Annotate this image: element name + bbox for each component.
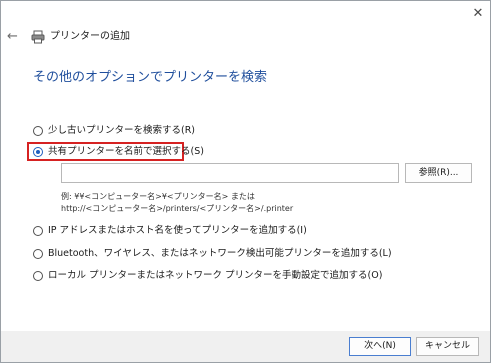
radio-button[interactable] <box>33 271 43 281</box>
cancel-button[interactable]: キャンセル <box>416 337 479 356</box>
back-arrow-icon[interactable]: ← <box>7 30 21 44</box>
option-label: ローカル プリンターまたはネットワーク プリンターを手動設定で追加する(O) <box>48 270 383 281</box>
option-add-local-manual[interactable]: ローカル プリンターまたはネットワーク プリンターを手動設定で追加する(O) <box>33 269 382 283</box>
example-text-line-2: http://<コンピューター名>/printers/<プリンター名>/.pri… <box>61 204 294 213</box>
radio-button[interactable] <box>33 249 43 259</box>
radio-button[interactable] <box>33 226 43 236</box>
option-add-bluetooth-wireless[interactable]: Bluetooth、ワイヤレス、またはネットワーク検出可能プリンターを追加する(… <box>33 247 392 261</box>
next-button[interactable]: 次へ(N) <box>349 337 411 356</box>
title-bar: ← プリンターの追加 ✕ <box>1 1 490 61</box>
radio-button-selected[interactable] <box>33 147 43 157</box>
example-text-line-1: 例: ¥¥<コンピューター名>¥<プリンター名> または <box>61 192 255 201</box>
radio-button[interactable] <box>33 126 43 136</box>
option-find-older-printer[interactable]: 少し古いプリンターを検索する(R) <box>33 124 195 138</box>
browse-button[interactable]: 参照(R)... <box>405 163 472 183</box>
add-printer-dialog: ← プリンターの追加 ✕ その他のオプションでプリンターを検索 少し古いプリンタ… <box>0 0 491 363</box>
window-title: プリンターの追加 <box>50 31 130 42</box>
option-add-by-ip[interactable]: IP アドレスまたはホスト名を使ってプリンターを追加する(I) <box>33 224 307 238</box>
printer-icon <box>31 29 45 44</box>
option-select-shared-printer[interactable]: 共有プリンターを名前で選択する(S) <box>33 145 204 159</box>
dialog-footer: 次へ(N) キャンセル <box>1 331 490 362</box>
option-label: Bluetooth、ワイヤレス、またはネットワーク検出可能プリンターを追加する(… <box>48 248 392 259</box>
shared-printer-name-input[interactable] <box>61 163 399 183</box>
option-label: 少し古いプリンターを検索する(R) <box>48 125 196 136</box>
close-icon[interactable]: ✕ <box>471 7 485 21</box>
option-label: IP アドレスまたはホスト名を使ってプリンターを追加する(I) <box>48 225 307 236</box>
page-heading: その他のオプションでプリンターを検索 <box>33 70 268 85</box>
option-label: 共有プリンターを名前で選択する(S) <box>48 146 204 157</box>
